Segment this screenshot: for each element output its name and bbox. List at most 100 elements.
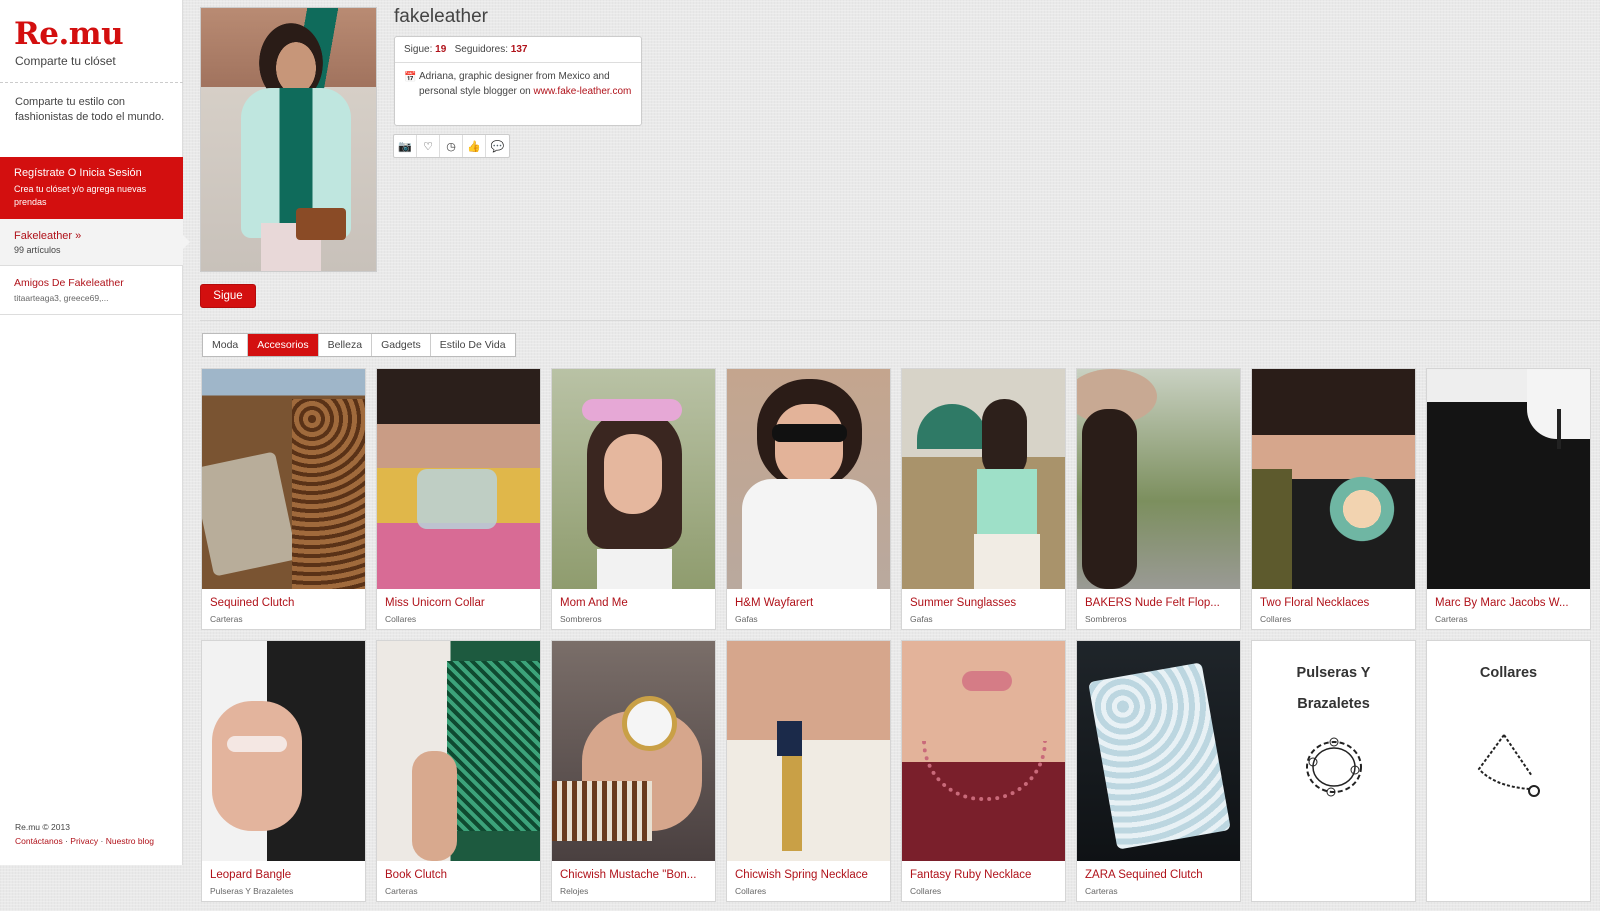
item-category: Carteras xyxy=(385,886,418,896)
item-title: Summer Sunglasses xyxy=(910,597,1017,609)
item-category: Collares xyxy=(1260,614,1292,624)
category-title: Collares xyxy=(1479,665,1538,681)
clock-icon[interactable]: ◷ xyxy=(440,135,463,157)
profile-stats: Sigue: 19 Seguidores: 137 xyxy=(395,37,641,63)
item-photo xyxy=(727,369,890,589)
item-title: Leopard Bangle xyxy=(210,869,292,881)
item-card[interactable]: Two Floral Necklaces Collares xyxy=(1251,368,1416,630)
item-title: Book Clutch xyxy=(385,869,448,881)
friends-link[interactable]: Amigos De Fakeleather xyxy=(14,277,169,289)
active-arrow-icon xyxy=(183,235,190,249)
site-tagline: Comparte tu clóset xyxy=(15,54,116,68)
bio-link[interactable]: www.fake-leather.com xyxy=(534,86,632,97)
tab-gadgets[interactable]: Gadgets xyxy=(372,334,431,356)
thumbs-up-icon[interactable]: 👍 xyxy=(463,135,486,157)
item-photo xyxy=(1252,369,1415,589)
bracelet-icon xyxy=(1305,737,1362,797)
item-title: Sequined Clutch xyxy=(210,597,295,609)
item-photo xyxy=(1077,369,1240,589)
item-card[interactable]: Chicwish Mustache "Bon... Relojes xyxy=(551,640,716,902)
profile-bio: 📅 Adriana, graphic designer from Mexico … xyxy=(395,63,641,99)
item-photo xyxy=(902,641,1065,861)
photo-detail xyxy=(296,208,346,240)
copyright: Re.mu © 2013 xyxy=(15,822,70,832)
item-photo xyxy=(552,641,715,861)
item-card[interactable]: Book Clutch Carteras xyxy=(376,640,541,902)
item-category: Sombreros xyxy=(1085,614,1127,624)
profile-link[interactable]: Fakeleather » xyxy=(14,230,169,242)
item-category: Relojes xyxy=(560,886,589,896)
followers-label: Seguidores: xyxy=(454,44,511,55)
item-category: Pulseras Y Brazaletes xyxy=(210,886,294,896)
register-login-button[interactable]: Regístrate O Inicia Sesión Crea tu clóse… xyxy=(0,157,183,219)
footer-link-contact[interactable]: Contáctanos xyxy=(15,836,63,846)
sidebar-item-friends: Amigos De Fakeleather titaarteaga3, gree… xyxy=(0,267,183,315)
article-count: 99 artículos xyxy=(14,245,61,255)
heart-icon[interactable]: ♡ xyxy=(417,135,440,157)
sidebar: Re.mu Comparte tu clóset Comparte tu est… xyxy=(0,0,190,865)
item-card[interactable]: Summer Sunglasses Gafas xyxy=(901,368,1066,630)
intro-text: Comparte tu estilo con fashionistas de t… xyxy=(15,96,165,123)
register-title: Regístrate O Inicia Sesión xyxy=(14,167,142,179)
item-card[interactable]: Fantasy Ruby Necklace Collares xyxy=(901,640,1066,902)
item-category: Carteras xyxy=(210,614,243,624)
item-photo xyxy=(727,641,890,861)
item-card[interactable]: Marc By Marc Jacobs W... Carteras xyxy=(1426,368,1591,630)
item-category: Carteras xyxy=(1085,886,1118,896)
divider xyxy=(0,82,183,83)
follows-label: Sigue: xyxy=(404,44,436,55)
category-card-bracelets[interactable]: Pulseras Y Brazaletes xyxy=(1251,640,1416,902)
footer-link-privacy[interactable]: Privacy xyxy=(70,836,98,846)
item-title: Marc By Marc Jacobs W... xyxy=(1435,597,1569,609)
item-category: Collares xyxy=(910,886,942,896)
follow-button[interactable]: Sigue xyxy=(200,284,256,308)
necklace-icon xyxy=(1477,734,1540,797)
site-logo[interactable]: Re.mu xyxy=(14,16,124,52)
footer-link-blog[interactable]: Nuestro blog xyxy=(106,836,154,846)
item-photo xyxy=(202,369,365,589)
item-category: Gafas xyxy=(910,614,933,624)
item-photo xyxy=(552,369,715,589)
item-photo xyxy=(1427,369,1590,589)
tab-accesorios[interactable]: Accesorios xyxy=(248,334,319,356)
item-photo xyxy=(1077,641,1240,861)
item-title: Chicwish Mustache "Bon... xyxy=(560,869,697,881)
item-photo xyxy=(377,641,540,861)
item-category: Gafas xyxy=(735,614,758,624)
item-card[interactable]: Leopard Bangle Pulseras Y Brazaletes xyxy=(201,640,366,902)
follows-count[interactable]: 19 xyxy=(435,44,446,55)
item-title: Miss Unicorn Collar xyxy=(385,597,485,609)
item-card[interactable]: H&M Wayfarert Gafas xyxy=(726,368,891,630)
item-category: Carteras xyxy=(1435,614,1468,624)
item-card[interactable]: ZARA Sequined Clutch Carteras xyxy=(1076,640,1241,902)
profile-photo[interactable] xyxy=(200,7,377,272)
item-card[interactable]: Chicwish Spring Necklace Collares xyxy=(726,640,891,902)
item-title: BAKERS Nude Felt Flop... xyxy=(1085,597,1220,609)
item-card[interactable]: Miss Unicorn Collar Collares xyxy=(376,368,541,630)
item-title: Two Floral Necklaces xyxy=(1260,597,1370,609)
item-card[interactable]: BAKERS Nude Felt Flop... Sombreros xyxy=(1076,368,1241,630)
comment-icon[interactable]: 💬 xyxy=(486,135,509,157)
tab-belleza[interactable]: Belleza xyxy=(319,334,373,356)
tab-estilo-de-vida[interactable]: Estilo De Vida xyxy=(431,334,515,356)
item-card[interactable]: Mom And Me Sombreros xyxy=(551,368,716,630)
item-title: Mom And Me xyxy=(560,597,628,609)
profile-icon-bar: 📷 ♡ ◷ 👍 💬 xyxy=(393,134,510,158)
item-title: Chicwish Spring Necklace xyxy=(735,869,868,881)
category-card-necklaces[interactable]: Collares xyxy=(1426,640,1591,902)
item-title: Fantasy Ruby Necklace xyxy=(910,869,1032,881)
category-tabs: Moda Accesorios Belleza Gadgets Estilo D… xyxy=(202,333,516,357)
followers-count[interactable]: 137 xyxy=(511,44,528,55)
footer: Re.mu © 2013 Contáctanos · Privacy · Nue… xyxy=(15,820,154,848)
item-category: Sombreros xyxy=(560,614,602,624)
category-title: Pulseras Y Brazaletes xyxy=(1296,665,1371,712)
profile-info-box: Sigue: 19 Seguidores: 137 📅 Adriana, gra… xyxy=(394,36,642,126)
item-card[interactable]: Sequined Clutch Carteras xyxy=(201,368,366,630)
item-category: Collares xyxy=(385,614,417,624)
calendar-icon: 📅 xyxy=(404,72,417,83)
tab-moda[interactable]: Moda xyxy=(203,334,249,356)
item-title: ZARA Sequined Clutch xyxy=(1085,869,1203,881)
item-photo xyxy=(902,369,1065,589)
footer-separator: · xyxy=(98,836,106,846)
camera-icon[interactable]: 📷 xyxy=(394,135,417,157)
